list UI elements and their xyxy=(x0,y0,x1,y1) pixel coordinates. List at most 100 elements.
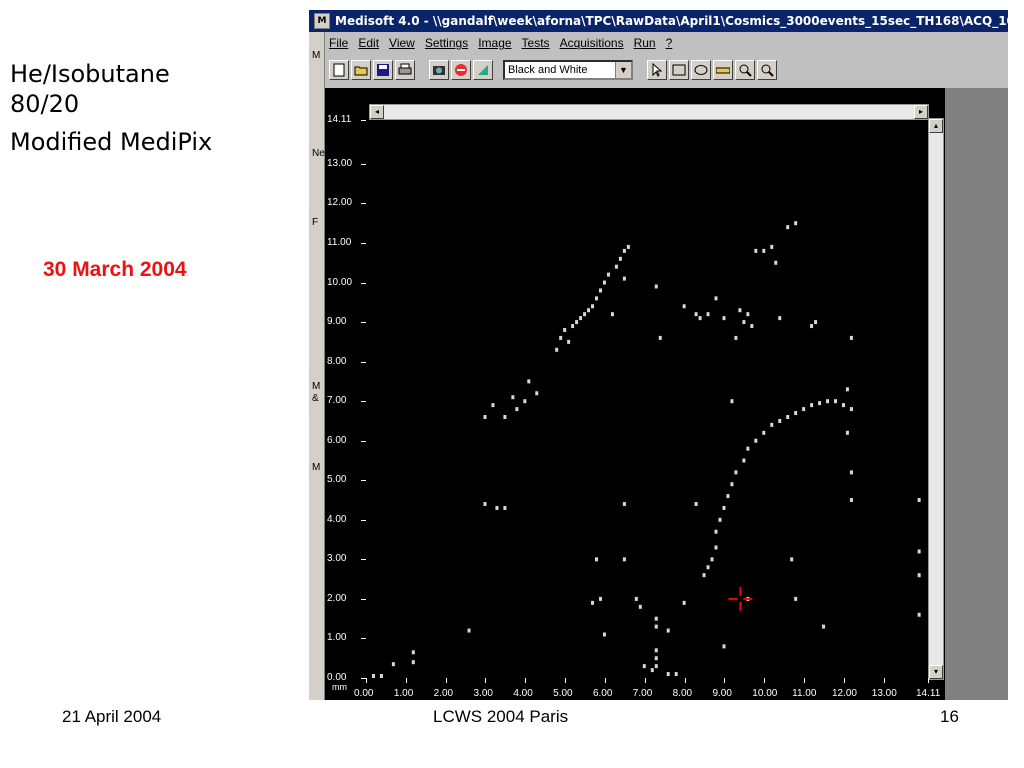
x-tick-mark xyxy=(565,678,567,683)
hit-pixel xyxy=(622,501,626,506)
hit-pixel xyxy=(379,674,383,679)
hit-pixel xyxy=(810,324,814,329)
vertical-scrollbar[interactable]: ▴ ▾ xyxy=(928,118,944,680)
footer-date: 21 April 2004 xyxy=(62,707,162,726)
x-tick-mark xyxy=(684,678,686,683)
palette-select-value: Black and White xyxy=(508,64,588,76)
menu-tests[interactable]: Tests xyxy=(522,36,550,50)
menu-edit[interactable]: Edit xyxy=(358,36,379,50)
x-tick-mark xyxy=(883,678,885,683)
hit-pixel xyxy=(706,312,710,317)
hit-pixel xyxy=(706,565,710,570)
hit-pixel xyxy=(483,501,487,506)
slide-title-line-3: Modified MediPix xyxy=(10,128,213,156)
hit-pixel xyxy=(722,644,726,649)
ellipse-icon[interactable] xyxy=(691,60,711,80)
menu-run[interactable]: Run xyxy=(634,36,656,50)
camera-icon[interactable] xyxy=(429,60,449,80)
x-tick-label: 2.00 xyxy=(433,688,454,699)
hit-pixel xyxy=(694,312,698,317)
hit-pixel xyxy=(595,296,599,301)
scroll-up-icon[interactable]: ▴ xyxy=(929,119,943,133)
hit-pixel xyxy=(491,403,495,408)
y-tick-label: 4.00 xyxy=(327,513,347,525)
hit-pixel xyxy=(726,494,730,499)
y-tick-mark xyxy=(361,361,366,363)
menu-acquisitions[interactable]: Acquisitions xyxy=(560,36,624,50)
hit-pixel xyxy=(602,280,606,285)
hit-pixel xyxy=(503,414,507,419)
hit-pixel xyxy=(587,308,591,313)
menu-help[interactable]: ? xyxy=(666,36,673,50)
menu-settings[interactable]: Settings xyxy=(425,36,468,50)
hit-pixel xyxy=(571,324,575,329)
ruler-icon[interactable] xyxy=(713,60,733,80)
hit-pixel xyxy=(833,399,837,404)
hit-pixel xyxy=(523,399,527,404)
zoom-out-icon[interactable] xyxy=(757,60,777,80)
hit-pixel xyxy=(794,221,798,226)
zoom-in-icon[interactable] xyxy=(735,60,755,80)
new-icon[interactable] xyxy=(329,60,349,80)
hit-map-plot[interactable] xyxy=(366,120,928,679)
hit-pixel xyxy=(694,501,698,506)
axis-unit-label: mm xyxy=(332,682,347,692)
x-tick-label: 14.11 xyxy=(916,688,941,699)
print-icon[interactable] xyxy=(395,60,415,80)
y-tick-label: 8.00 xyxy=(327,355,347,367)
x-tick-label: 6.00 xyxy=(592,688,613,699)
y-tick-label: 2.00 xyxy=(327,592,347,604)
hit-pixel xyxy=(790,557,794,562)
palette-select[interactable]: Black and White ▼ xyxy=(503,60,633,80)
hit-pixel xyxy=(917,612,921,617)
y-tick-label: 6.00 xyxy=(327,434,347,446)
hit-pixel xyxy=(371,674,375,679)
hit-pixel xyxy=(622,557,626,562)
hit-pixel xyxy=(411,660,415,665)
hit-pixel xyxy=(591,600,595,605)
horizontal-scrollbar[interactable]: ◂ ▸ xyxy=(369,104,929,120)
hit-pixel xyxy=(818,401,822,406)
hit-pixel xyxy=(730,482,734,487)
x-tick-mark xyxy=(525,678,527,683)
x-tick-mark xyxy=(928,678,929,683)
x-tick-label: 13.00 xyxy=(871,688,897,699)
stop-icon[interactable] xyxy=(451,60,471,80)
x-tick-mark xyxy=(724,678,726,683)
scroll-left-icon[interactable]: ◂ xyxy=(370,105,384,119)
hit-pixel xyxy=(567,339,571,344)
window-titlebar[interactable]: M Medisoft 4.0 - \\gandalf\week\aforna\T… xyxy=(309,10,1008,32)
hit-pixel xyxy=(654,648,658,653)
toolbar: Black and White ▼ xyxy=(329,56,1008,84)
menu-bar: File Edit View Settings Image Tests Acqu… xyxy=(329,33,672,53)
menu-file[interactable]: File xyxy=(329,36,348,50)
left-strip-text-4: M xyxy=(312,381,321,392)
hit-pixel xyxy=(762,248,766,253)
y-tick-label: 12.00 xyxy=(327,197,353,209)
hit-pixel xyxy=(467,628,471,633)
hit-pixel xyxy=(654,664,658,669)
y-tick-mark xyxy=(361,401,366,403)
scroll-right-icon[interactable]: ▸ xyxy=(914,105,928,119)
scroll-down-icon[interactable]: ▾ xyxy=(929,665,943,679)
left-strip-text-5: & xyxy=(312,393,319,404)
pointer-icon[interactable] xyxy=(647,60,667,80)
save-icon[interactable] xyxy=(373,60,393,80)
menu-image[interactable]: Image xyxy=(478,36,511,50)
x-tick-mark xyxy=(764,678,766,683)
menu-view[interactable]: View xyxy=(389,36,415,50)
left-strip-text-1: M xyxy=(312,50,321,61)
open-icon[interactable] xyxy=(351,60,371,80)
x-tick-label: 3.00 xyxy=(473,688,493,699)
rectangle-icon[interactable] xyxy=(669,60,689,80)
hit-pixel xyxy=(822,624,826,629)
footer-venue: LCWS 2004 Paris xyxy=(433,707,569,726)
palette-icon[interactable] xyxy=(473,60,493,80)
hit-pixel xyxy=(714,529,718,534)
hit-pixel xyxy=(674,672,678,677)
hit-pixel xyxy=(710,557,714,562)
x-tick-mark xyxy=(445,678,447,683)
y-tick-mark xyxy=(361,282,366,284)
hit-pixel xyxy=(742,320,746,325)
hit-pixel xyxy=(730,399,734,404)
